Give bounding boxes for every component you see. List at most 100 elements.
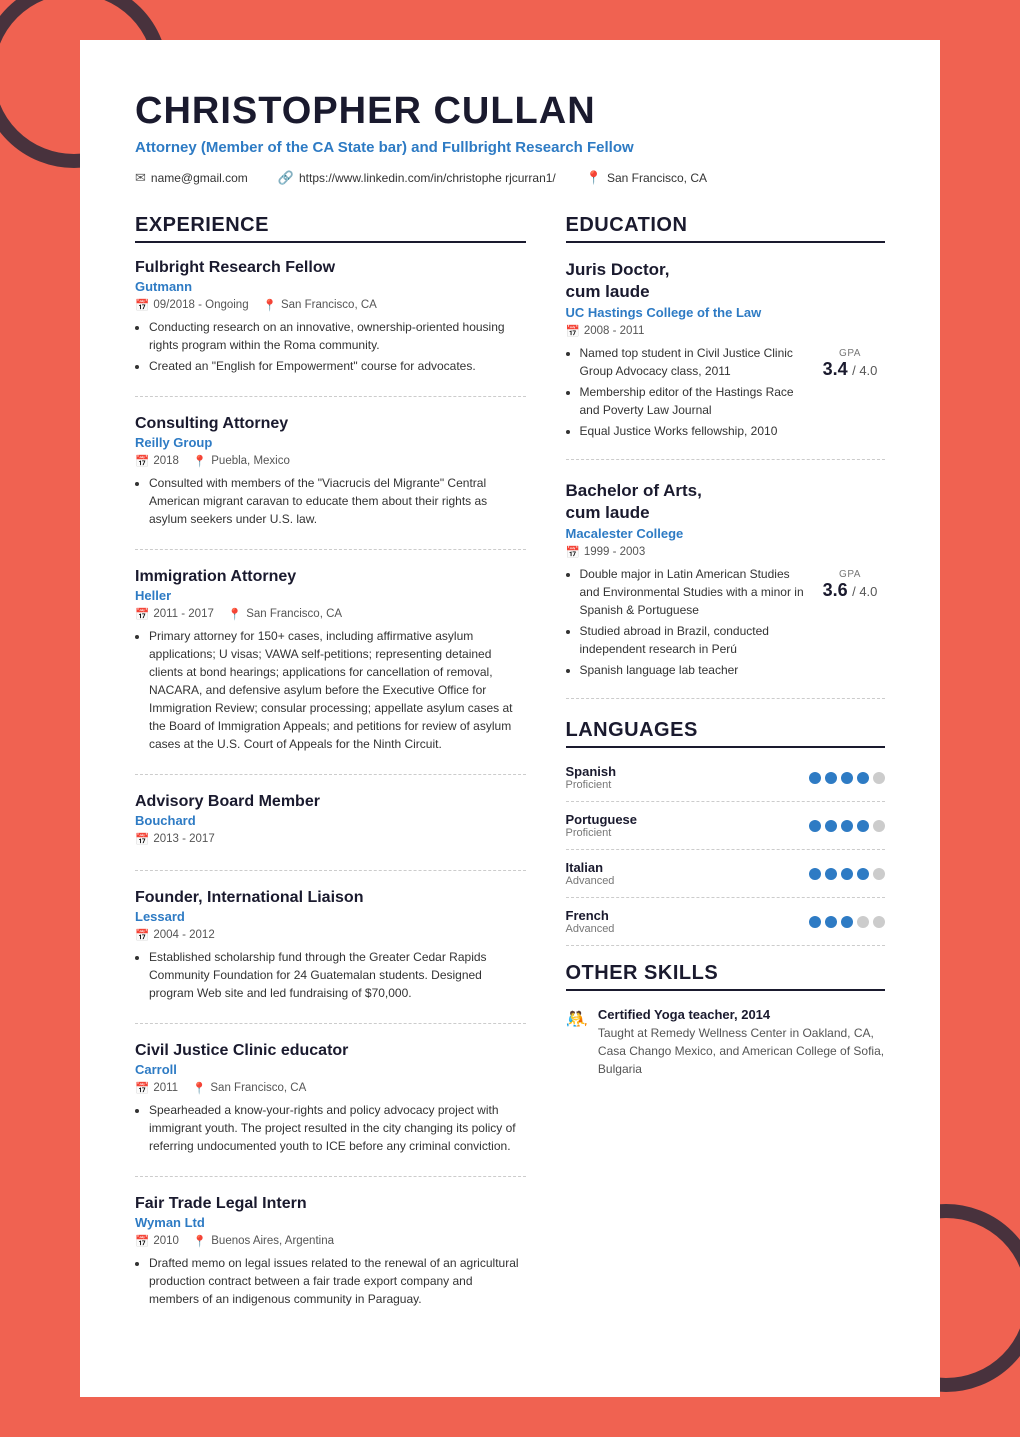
dot	[841, 916, 853, 928]
lang-item-italian: Italian Advanced	[566, 860, 886, 898]
exp-bullets: Drafted memo on legal issues related to …	[135, 1254, 526, 1308]
exp-role: Advisory Board Member	[135, 793, 526, 811]
calendar-icon: 📅	[566, 545, 580, 559]
exp-role: Consulting Attorney	[135, 415, 526, 433]
calendar-icon: 📅	[135, 607, 149, 621]
bullet-item: Equal Justice Works fellowship, 2010	[580, 422, 806, 440]
email-value: name@gmail.com	[151, 171, 248, 185]
exp-item-lessard: Founder, International Liaison Lessard 📅…	[135, 889, 526, 1024]
other-skills-section-title: OTHER SKILLS	[566, 962, 886, 991]
bullet-item: Consulted with members of the "Viacrucis…	[149, 474, 526, 528]
bullet-item: Spanish language lab teacher	[580, 661, 806, 679]
dot	[809, 868, 821, 880]
dot	[873, 868, 885, 880]
calendar-icon: 📅	[135, 1234, 149, 1248]
dot	[841, 772, 853, 784]
calendar-icon: 📅	[135, 454, 149, 468]
exp-location: 📍 Puebla, Mexico	[193, 454, 290, 468]
exp-bullets: Conducting research on an innovative, ow…	[135, 318, 526, 375]
exp-date: 📅 2011 - 2017	[135, 607, 214, 621]
lang-dots	[809, 916, 885, 928]
lang-name: French	[566, 908, 615, 923]
lang-level: Proficient	[566, 779, 617, 791]
exp-bullets: Spearheaded a know-your-rights and polic…	[135, 1101, 526, 1155]
gpa-block: GPA 3.4 / 4.0	[815, 344, 885, 443]
languages-section-title: LANGUAGES	[566, 719, 886, 748]
lang-dots	[809, 772, 885, 784]
calendar-icon: 📅	[135, 1081, 149, 1095]
gpa-value: 3.4 / 4.0	[815, 359, 885, 380]
dot	[857, 868, 869, 880]
body-columns: EXPERIENCE Fulbright Research Fellow Gut…	[135, 214, 885, 1347]
edu-degree: Juris Doctor,cum laude	[566, 259, 886, 303]
resume-container: CHRISTOPHER CULLAN Attorney (Member of t…	[80, 40, 940, 1397]
exp-company: Gutmann	[135, 279, 526, 294]
exp-company: Carroll	[135, 1062, 526, 1077]
dot	[857, 820, 869, 832]
bullet-item: Established scholarship fund through the…	[149, 948, 526, 1002]
exp-meta: 📅 2011 📍 San Francisco, CA	[135, 1081, 526, 1095]
exp-location: 📍 San Francisco, CA	[228, 607, 342, 621]
lang-item-spanish: Spanish Proficient	[566, 764, 886, 802]
edu-meta: 📅 1999 - 2003	[566, 545, 886, 559]
exp-role: Fair Trade Legal Intern	[135, 1195, 526, 1213]
experience-section-title: EXPERIENCE	[135, 214, 526, 243]
lang-info: Spanish Proficient	[566, 764, 617, 791]
email-contact: ✉ name@gmail.com	[135, 170, 248, 186]
gpa-label: GPA	[815, 569, 885, 580]
linkedin-contact: 🔗 https://www.linkedin.com/in/christophe…	[278, 170, 556, 186]
bullet-item: Named top student in Civil Justice Clini…	[580, 344, 806, 380]
exp-role: Fulbright Research Fellow	[135, 259, 526, 277]
bullet-item: Membership editor of the Hastings Race a…	[580, 383, 806, 419]
edu-school: UC Hastings College of the Law	[566, 305, 886, 320]
yoga-icon: 🤼	[566, 1009, 588, 1078]
location-icon: 📍	[193, 1234, 207, 1248]
edu-item-ba: Bachelor of Arts,cum laude Macalester Co…	[566, 480, 886, 699]
dot	[873, 772, 885, 784]
exp-item-fulbright: Fulbright Research Fellow Gutmann 📅 09/2…	[135, 259, 526, 397]
exp-meta: 📅 2018 📍 Puebla, Mexico	[135, 454, 526, 468]
lang-info: French Advanced	[566, 908, 615, 935]
gpa-block: GPA 3.6 / 4.0	[815, 565, 885, 682]
edu-bullets: Named top student in Civil Justice Clini…	[566, 344, 806, 443]
exp-meta: 📅 2004 - 2012	[135, 928, 526, 942]
exp-date: 📅 2011	[135, 1081, 178, 1095]
dot	[825, 772, 837, 784]
lang-item-french: French Advanced	[566, 908, 886, 946]
exp-meta: 📅 2013 - 2017	[135, 832, 526, 846]
lang-level: Proficient	[566, 827, 638, 839]
location-icon: 📍	[586, 170, 602, 186]
location-value: San Francisco, CA	[607, 171, 707, 185]
contact-bar: ✉ name@gmail.com 🔗 https://www.linkedin.…	[135, 170, 885, 186]
edu-bullets: Double major in Latin American Studies a…	[566, 565, 806, 682]
edu-content: Double major in Latin American Studies a…	[566, 565, 886, 682]
exp-location: 📍 San Francisco, CA	[192, 1081, 306, 1095]
dot	[857, 916, 869, 928]
dot	[809, 820, 821, 832]
dot	[809, 772, 821, 784]
exp-company: Bouchard	[135, 813, 526, 828]
lang-dots	[809, 820, 885, 832]
skill-content: Certified Yoga teacher, 2014 Taught at R…	[598, 1007, 885, 1078]
exp-date: 📅 2013 - 2017	[135, 832, 215, 846]
skill-name: Certified Yoga teacher, 2014	[598, 1007, 885, 1022]
bullet-item: Spearheaded a know-your-rights and polic…	[149, 1101, 526, 1155]
left-column: EXPERIENCE Fulbright Research Fellow Gut…	[135, 214, 526, 1347]
candidate-title: Attorney (Member of the CA State bar) an…	[135, 139, 885, 156]
calendar-icon: 📅	[135, 298, 149, 312]
header: CHRISTOPHER CULLAN Attorney (Member of t…	[135, 90, 885, 186]
exp-role: Founder, International Liaison	[135, 889, 526, 907]
dot	[841, 868, 853, 880]
lang-name: Portuguese	[566, 812, 638, 827]
exp-item-wyman: Fair Trade Legal Intern Wyman Ltd 📅 2010…	[135, 1195, 526, 1329]
skill-desc: Taught at Remedy Wellness Center in Oakl…	[598, 1024, 885, 1078]
dot	[873, 916, 885, 928]
exp-date: 📅 2010	[135, 1234, 179, 1248]
calendar-icon: 📅	[566, 324, 580, 338]
exp-location: 📍 San Francisco, CA	[263, 298, 377, 312]
calendar-icon: 📅	[135, 928, 149, 942]
exp-item-heller: Immigration Attorney Heller 📅 2011 - 201…	[135, 568, 526, 775]
location-icon: 📍	[228, 607, 242, 621]
exp-date: 📅 2018	[135, 454, 179, 468]
exp-role: Civil Justice Clinic educator	[135, 1042, 526, 1060]
